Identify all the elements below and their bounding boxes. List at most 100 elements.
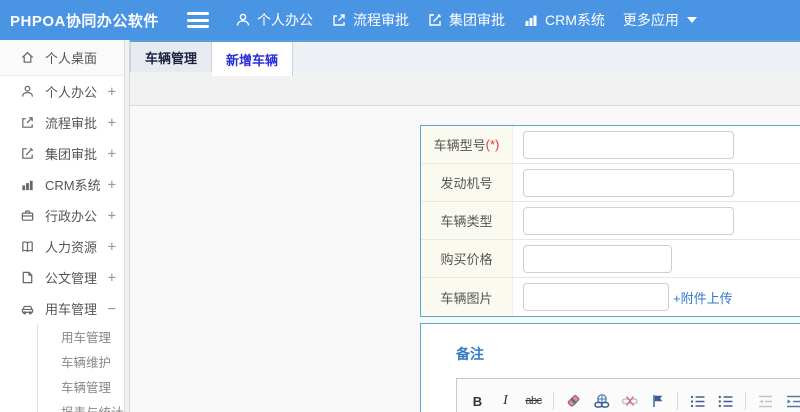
nav-label: 更多应用 xyxy=(622,12,679,28)
nav-process-approval[interactable]: 流程审批 xyxy=(331,10,409,30)
sidebar-item-vehicle[interactable]: 用车管理 − xyxy=(0,293,130,324)
sidebar-item-label: 公文管理 xyxy=(45,271,98,286)
insert-link-icon[interactable] xyxy=(589,389,614,412)
expand-plus-icon[interactable]: + xyxy=(108,177,116,193)
sidebar-item-label: CRM系统 xyxy=(45,178,101,193)
form-row-engine: 发动机号 xyxy=(421,164,800,202)
sidebar-item-personal-office[interactable]: 个人办公 + xyxy=(0,76,130,107)
sidebar-item-label: 用车管理 xyxy=(45,302,98,317)
toolbar-divider xyxy=(745,392,746,410)
expand-plus-icon[interactable]: + xyxy=(108,208,116,224)
sidebar-item-label: 行政办公 xyxy=(45,209,98,224)
vehicle-image-input[interactable] xyxy=(523,283,669,311)
top-nav: 个人办公 流程审批 集团审批 CRM系统 更多应用 xyxy=(235,10,697,30)
content-spacer xyxy=(130,72,800,106)
rich-text-toolbar: B I abc xyxy=(456,378,800,412)
outdent-icon[interactable] xyxy=(753,389,778,412)
sidebar-item-admin-office[interactable]: 行政办公 + xyxy=(0,200,130,231)
briefcase-icon xyxy=(20,208,36,223)
caret-down-icon xyxy=(686,17,697,23)
share-arrow-icon xyxy=(331,12,347,28)
sidebar-subitem-vehicle-use[interactable]: 用车管理 xyxy=(38,324,130,349)
nav-label: 集团审批 xyxy=(449,12,505,28)
expand-plus-icon[interactable]: + xyxy=(108,146,116,162)
flag-anchor-icon[interactable] xyxy=(645,389,670,412)
tab-bar: 车辆管理 新增车辆 xyxy=(130,40,800,76)
sidebar-subitem-vehicle-maintenance[interactable]: 车辆维护 xyxy=(38,349,130,374)
nav-more-apps[interactable]: 更多应用 xyxy=(623,10,697,30)
sidebar-item-crm[interactable]: CRM系统 + xyxy=(0,169,130,200)
strikethrough-button[interactable]: abc xyxy=(521,389,546,412)
vehicle-type-input[interactable] xyxy=(523,206,734,235)
expand-plus-icon[interactable]: + xyxy=(108,239,116,255)
car-icon xyxy=(20,301,36,316)
field-label: 车辆类型 xyxy=(421,202,513,239)
form-row-price: 购买价格 xyxy=(421,240,800,278)
expand-plus-icon[interactable]: + xyxy=(108,115,116,131)
unlink-icon[interactable] xyxy=(617,389,642,412)
app-window: PHPOA协同办公软件 个人办公 流程审批 集团审批 CRM系统 更多应用 个人… xyxy=(0,0,800,412)
main-layout: 个人桌面 个人办公 + 流程审批 + 集团审批 + CRM系统 + 行政办公 +… xyxy=(0,40,800,412)
sidebar-item-label: 人力资源 xyxy=(45,240,98,255)
sidebar-subitem-reports-stats[interactable]: 报表与统计 xyxy=(38,399,130,412)
person-icon xyxy=(235,12,251,28)
sidebar: 个人桌面 个人办公 + 流程审批 + 集团审批 + CRM系统 + 行政办公 +… xyxy=(0,40,130,412)
form-row-type: 车辆类型 xyxy=(421,202,800,240)
sidebar-item-label: 流程审批 xyxy=(45,116,98,131)
expand-plus-icon[interactable]: + xyxy=(108,84,116,100)
collapse-minus-icon[interactable]: − xyxy=(108,301,116,317)
home-icon xyxy=(20,50,36,65)
book-icon xyxy=(20,239,36,254)
bold-button[interactable]: B xyxy=(465,389,490,412)
remove-format-eraser-icon[interactable] xyxy=(561,389,586,412)
sidebar-item-label: 集团审批 xyxy=(45,147,98,162)
nav-label: 个人办公 xyxy=(257,12,313,28)
share-arrow-icon xyxy=(20,115,36,130)
nav-label: CRM系统 xyxy=(545,12,605,28)
tab-vehicle-management[interactable]: 车辆管理 xyxy=(130,42,213,72)
main-content: 车辆管理 新增车辆 车辆型号 (*) 发动机号 车辆类型 购买价格 车辆图片 +… xyxy=(130,40,800,412)
sidebar-item-group-approval[interactable]: 集团审批 + xyxy=(0,138,130,169)
ordered-list-icon[interactable] xyxy=(685,389,710,412)
sidebar-item-label: 个人办公 xyxy=(45,85,98,100)
indent-icon[interactable] xyxy=(781,389,800,412)
toolbar-divider xyxy=(677,392,678,410)
toolbar-divider xyxy=(553,392,554,410)
bar-chart-icon xyxy=(20,177,36,192)
sidebar-item-label: 个人桌面 xyxy=(45,51,98,66)
form-row-image: 车辆图片 +附件上传 xyxy=(421,278,800,316)
bullet-list-icon[interactable] xyxy=(713,389,738,412)
bar-chart-icon xyxy=(523,12,539,28)
vehicle-form: 车辆型号 (*) 发动机号 车辆类型 购买价格 车辆图片 +附件上传 xyxy=(420,125,800,317)
vehicle-model-input[interactable] xyxy=(523,130,734,159)
tab-content-panel: 车辆型号 (*) 发动机号 车辆类型 购买价格 车辆图片 +附件上传 备注 B … xyxy=(130,106,800,412)
purchase-price-input[interactable] xyxy=(523,244,672,273)
engine-number-input[interactable] xyxy=(523,168,734,197)
expand-plus-icon[interactable]: + xyxy=(108,270,116,286)
sidebar-item-documents[interactable]: 公文管理 + xyxy=(0,262,130,293)
hamburger-menu-icon[interactable] xyxy=(187,12,209,28)
italic-button[interactable]: I xyxy=(493,389,518,412)
top-bar: PHPOA协同办公软件 个人办公 流程审批 集团审批 CRM系统 更多应用 xyxy=(0,0,800,40)
tab-new-vehicle[interactable]: 新增车辆 xyxy=(212,42,294,76)
sidebar-subitem-vehicle-management[interactable]: 车辆管理 xyxy=(38,374,130,399)
sidebar-item-desktop[interactable]: 个人桌面 xyxy=(0,40,130,76)
nav-crm-system[interactable]: CRM系统 xyxy=(523,10,605,30)
attachment-upload-link[interactable]: +附件上传 xyxy=(673,288,733,307)
sidebar-item-process-approval[interactable]: 流程审批 + xyxy=(0,107,130,138)
nav-personal-office[interactable]: 个人办公 xyxy=(235,10,313,30)
edit-square-icon xyxy=(20,146,36,161)
field-label: 车辆型号 (*) xyxy=(421,126,513,163)
sidebar-item-hr[interactable]: 人力资源 + xyxy=(0,231,130,262)
remarks-title: 备注 xyxy=(456,346,484,362)
field-label: 发动机号 xyxy=(421,164,513,201)
required-marker: (*) xyxy=(485,137,500,152)
field-label: 购买价格 xyxy=(421,240,513,277)
document-icon xyxy=(20,270,36,285)
nav-group-approval[interactable]: 集团审批 xyxy=(427,10,505,30)
sidebar-submenu: 用车管理 车辆维护 车辆管理 报表与统计 xyxy=(37,324,130,412)
nav-label: 流程审批 xyxy=(353,12,409,28)
edit-square-icon xyxy=(427,12,443,28)
remarks-panel: 备注 B I abc xyxy=(420,323,800,412)
form-row-model: 车辆型号 (*) xyxy=(421,126,800,164)
